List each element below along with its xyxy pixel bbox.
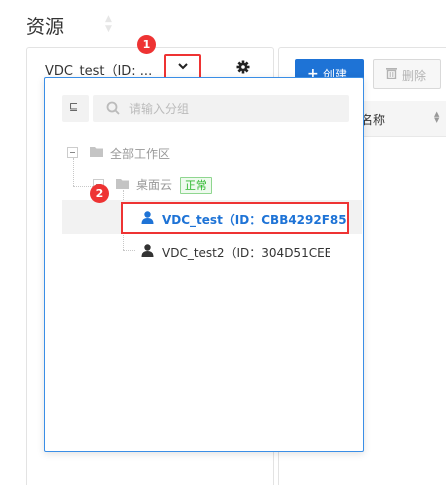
page-title: 资源 [26,16,65,38]
tree-node-desktop-cloud[interactable]: 桌面云 正常 [136,176,212,194]
trash-icon [386,68,397,79]
sort-icon[interactable]: ▲ ▼ [434,111,439,124]
gear-icon[interactable] [236,60,250,74]
folder-icon [116,179,129,189]
status-badge: 正常 [179,177,212,194]
chevron-down-icon [178,63,188,70]
annotation-badge-2: 2 [90,184,109,203]
tree-node-label: 全部工作区 [110,147,171,161]
tree-node-all-workspaces[interactable]: 全部工作区 [110,145,170,162]
delete-button[interactable]: 删除 [373,59,441,89]
annotation-badge-1: 1 [137,35,156,54]
workspace-dropdown-toggle[interactable] [164,54,201,79]
tree-node-label: 桌面云 [136,178,173,192]
user-icon [141,244,154,257]
folder-icon [90,147,103,157]
tree-item-vdc-test2[interactable]: VDC_test2（ID：304D51CEE8 [162,244,330,261]
search-icon [106,101,120,115]
tree-item-vdc-test[interactable]: VDC_test（ID：CBB4292F85 [162,211,346,228]
workspace-dropdown-popup: ⊑ 全部工作区 桌面云 正常 VDC_test（ID：CBB4292F85 [44,77,364,452]
sort-hint-icon: ▲ ▼ [105,14,112,34]
delete-button-label: 删除 [402,69,427,83]
column-header-name[interactable]: 名称 [361,111,385,128]
group-search-input[interactable] [93,95,349,122]
collapse-root-toggle[interactable] [67,147,78,158]
collapse-tree-button[interactable]: ⊑ [62,95,89,122]
tree-collapse-icon: ⊑ [69,100,79,113]
user-icon [141,211,154,224]
